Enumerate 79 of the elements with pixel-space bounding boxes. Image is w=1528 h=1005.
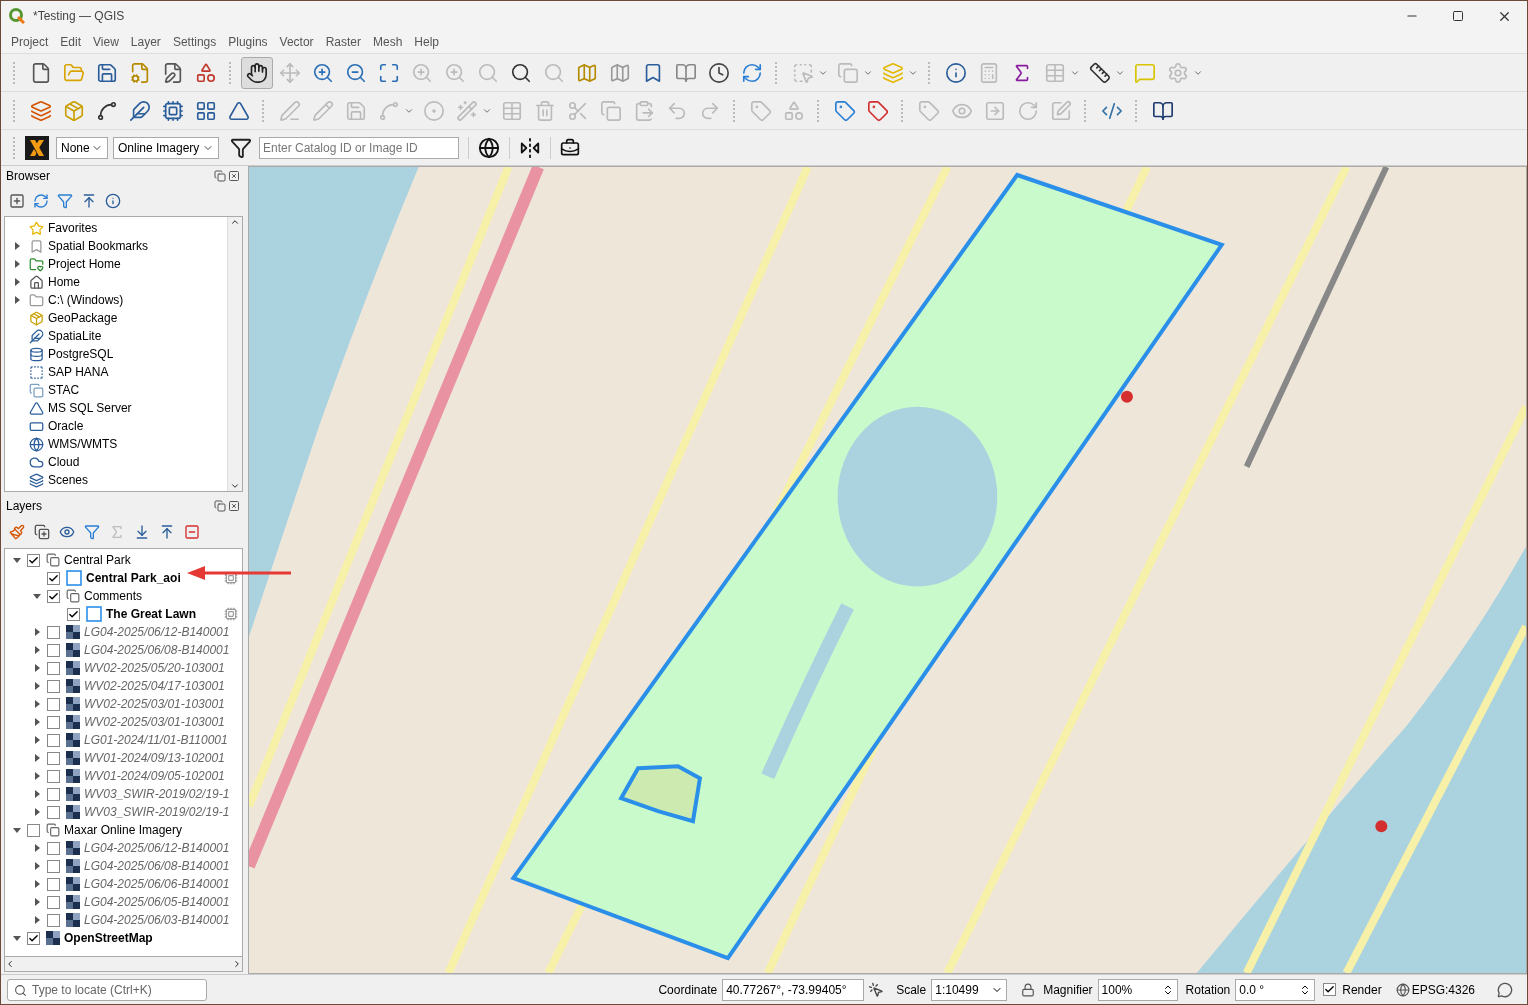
browser-item-label: Favorites (48, 221, 98, 235)
browser-item-label: Oracle (48, 419, 84, 433)
layer-name: The Great Lawn (106, 607, 197, 621)
menu-item[interactable]: Vector (273, 32, 320, 52)
layer-name: WV01-2024/09/13-102001 (84, 751, 225, 765)
status-label: Scale (896, 982, 927, 997)
menu-item[interactable]: Raster (319, 32, 367, 52)
layer-name: Comments (84, 589, 142, 603)
locator-field[interactable]: Type to locate (Ctrl+K) (7, 978, 207, 1001)
catalog-id-field[interactable]: Enter Catalog ID or Image ID (259, 136, 459, 159)
layer-name: WV02-2025/05/20-103001 (84, 661, 225, 675)
dropdown[interactable]: Online Imagery (113, 136, 219, 159)
browser-item[interactable]: Cloud (5, 453, 227, 471)
browser-item[interactable]: GeoPackage (5, 309, 227, 327)
menu-item[interactable]: Settings (166, 32, 223, 52)
crs-button[interactable]: EPSG:4326 (1409, 982, 1477, 997)
panel-title: Browser (6, 169, 50, 183)
browser-item[interactable]: SpatiaLite (5, 327, 227, 345)
browser-item-label: SpatiaLite (48, 329, 102, 343)
status-label: Coordinate (658, 982, 718, 997)
layer-name: OpenStreetMap (64, 931, 153, 945)
scale-field[interactable]: 1:10499 (931, 978, 1008, 1001)
menu-item[interactable]: Layer (124, 32, 167, 52)
browser-item-label: SAP HANA (48, 365, 109, 379)
menu-item[interactable]: Help (408, 32, 445, 52)
browser-item[interactable]: SAP HANA (5, 363, 227, 381)
menu-item[interactable]: View (87, 32, 125, 52)
status-label: Rotation (1185, 982, 1231, 997)
layer-name: WV03_SWIR-2019/02/19-1 (84, 805, 230, 819)
browser-item-label: Project Home (48, 257, 121, 271)
panel-title: Layers (6, 499, 43, 513)
browser-item[interactable]: MS SQL Server (5, 399, 227, 417)
browser-item[interactable]: PostgreSQL (5, 345, 227, 363)
menu-item[interactable]: Mesh (366, 32, 409, 52)
browser-item-label: Home (48, 275, 80, 289)
browser-item[interactable]: Project Home (5, 255, 227, 273)
layer-name: Maxar Online Imagery (64, 823, 183, 837)
status-label: Magnifier (1043, 982, 1093, 997)
browser-item-label: GeoPackage (48, 311, 118, 325)
menu-item[interactable]: Project (5, 32, 55, 52)
layer-name: WV02-2025/03/01-103001 (84, 715, 225, 729)
browser-item[interactable]: Spatial Bookmarks (5, 237, 227, 255)
layer-name: Central Park (64, 553, 131, 567)
layer-name: LG04-2025/06/03-B140001 (84, 913, 230, 927)
browser-item-label: Scenes (48, 473, 89, 487)
browser-item-label: MS SQL Server (48, 401, 132, 415)
browser-item[interactable]: WMS/WMTS (5, 435, 227, 453)
menu-item[interactable]: Plugins (222, 32, 274, 52)
layer-name: WV02-2025/03/01-103001 (84, 697, 225, 711)
layer-name: LG04-2025/06/12-B140001 (84, 625, 230, 639)
window-title: *Testing — QGIS (33, 9, 126, 23)
browser-item[interactable]: Scenes (5, 471, 227, 489)
layer-name: WV03_SWIR-2019/02/19-1 (84, 787, 230, 801)
layer-name: LG04-2025/06/08-B140001 (84, 859, 230, 873)
browser-item-label: Cloud (48, 455, 80, 469)
browser-item[interactable]: C:\ (Windows) (5, 291, 227, 309)
layer-name: LG04-2025/06/06-B140001 (84, 877, 230, 891)
browser-item-label: Spatial Bookmarks (48, 239, 149, 253)
layer-name: WV02-2025/04/17-103001 (84, 679, 225, 693)
browser-item-label: STAC (48, 383, 80, 397)
layer-name: LG01-2024/11/01-B110001 (84, 733, 228, 747)
browser-item-label: WMS/WMTS (48, 437, 118, 451)
browser-item[interactable]: Home (5, 273, 227, 291)
browser-item[interactable]: Favorites (5, 219, 227, 237)
layer-name: LG04-2025/06/12-B140001 (84, 841, 230, 855)
layer-name: WV01-2024/09/05-102001 (84, 769, 225, 783)
render-label: Render (1342, 982, 1382, 997)
coordinate-field[interactable]: 40.77267°, -73.99405° (722, 978, 865, 1001)
layer-name: Central Park_aoi (86, 571, 181, 585)
dropdown[interactable]: None (56, 136, 108, 159)
layer-name: LG04-2025/06/08-B140001 (84, 643, 230, 657)
layer-name: LG04-2025/06/05-B140001 (84, 895, 230, 909)
browser-item[interactable]: Oracle (5, 417, 227, 435)
browser-item-label: PostgreSQL (48, 347, 114, 361)
browser-item[interactable]: STAC (5, 381, 227, 399)
menu-item[interactable]: Edit (54, 32, 88, 52)
rotation-field[interactable]: 0.0 ° (1235, 978, 1316, 1001)
magnifier-field[interactable]: 100% (1097, 978, 1178, 1001)
browser-item-label: C:\ (Windows) (48, 293, 124, 307)
